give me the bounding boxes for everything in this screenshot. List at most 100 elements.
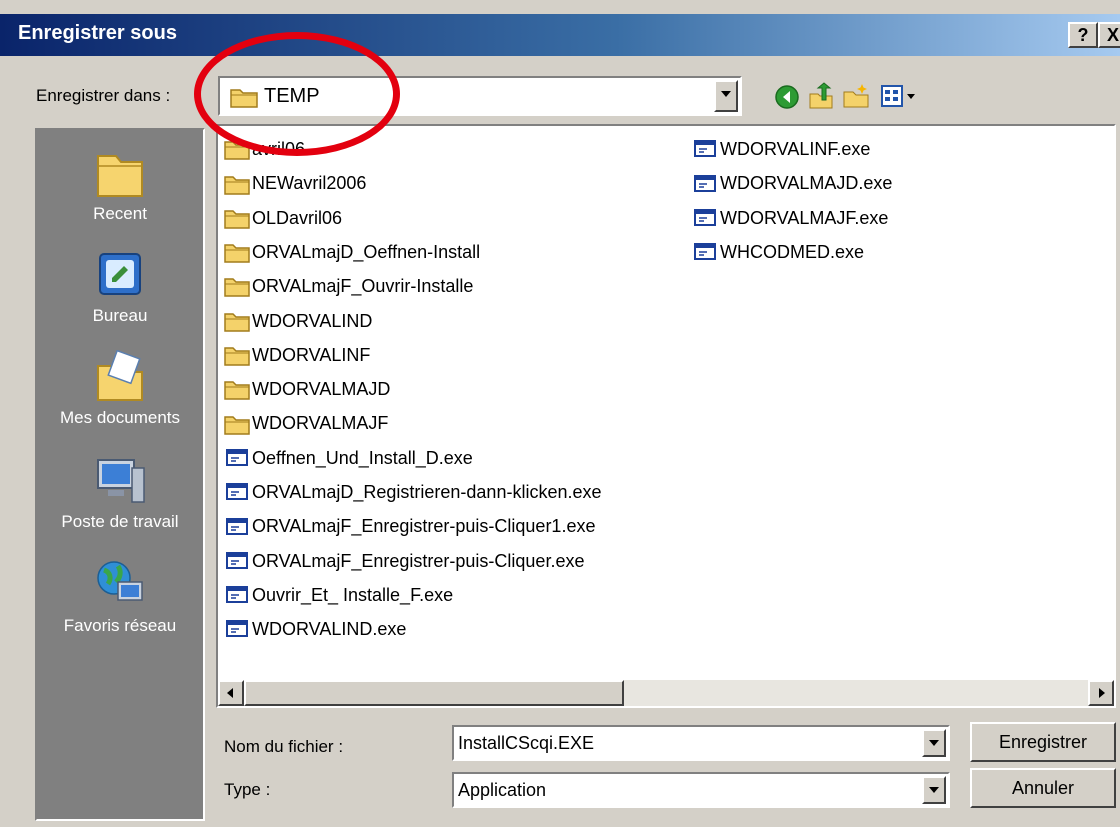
folder-item[interactable]: NEWavril2006 [224, 172, 366, 202]
cancel-button[interactable]: Annuler [970, 768, 1116, 808]
file-item[interactable]: Ouvrir_Et_ Installe_F.exe [224, 584, 453, 614]
dialog-title: Enregistrer sous [18, 22, 177, 44]
scroll-right-button[interactable] [1088, 680, 1114, 706]
desktop-icon [99, 253, 141, 295]
current-folder-name: TEMP [264, 85, 320, 107]
type-dropdown-button[interactable] [922, 776, 946, 804]
exe-icon [226, 448, 248, 466]
file-name: avril06 [252, 138, 306, 159]
folder-icon [224, 415, 250, 435]
file-name: NEWavril2006 [252, 173, 367, 194]
horizontal-scrollbar[interactable] [218, 680, 1114, 706]
filename-input[interactable]: InstallCScqi.EXE [458, 733, 594, 754]
file-name: ORVALmajF_Enregistrer-puis-Cliquer.exe [252, 550, 585, 571]
exe-icon [226, 483, 248, 501]
file-item[interactable]: WDORVALMAJF.exe [692, 207, 888, 237]
back-icon[interactable] [774, 84, 800, 110]
folder-icon [224, 210, 250, 229]
folder-icon [224, 381, 250, 401]
type-value: Application [458, 780, 547, 800]
file-name: WDORVALMAJD [252, 378, 391, 399]
folder-item[interactable]: WDORVALINF [224, 344, 370, 374]
file-name: WDORVALIND [252, 310, 373, 331]
file-item[interactable]: Oeffnen_Und_Install_D.exe [224, 447, 473, 477]
network-icon [97, 561, 143, 601]
help-button[interactable]: ? [1068, 22, 1098, 48]
place-bureau[interactable]: Bureau [37, 248, 203, 326]
exe-icon [694, 140, 716, 158]
exe-icon [226, 620, 248, 638]
arrow-right-icon [1099, 688, 1105, 698]
file-name: ORVALmajF_Ouvrir-Installe [252, 275, 474, 296]
filename-dropdown-button[interactable] [922, 729, 946, 757]
folder-icon [224, 347, 250, 366]
save-button[interactable]: Enregistrer [970, 722, 1116, 762]
exe-icon [694, 208, 716, 226]
file-name: WDORVALMAJD.exe [720, 173, 893, 194]
file-item[interactable]: ORVALmajD_Registrieren-dann-klicken.exe [224, 481, 602, 511]
file-name: WDORVALMAJF [252, 413, 389, 434]
folder-icon [224, 278, 250, 298]
place-mes-documents[interactable]: Mes documents [37, 350, 203, 428]
exe-icon [226, 551, 248, 569]
file-item[interactable]: WDORVALIND.exe [224, 618, 406, 648]
place-poste-de-travail[interactable]: Poste de travail [37, 454, 203, 532]
filename-combobox[interactable]: InstallCScqi.EXE [452, 725, 950, 761]
new-folder-icon[interactable] [842, 82, 870, 110]
file-item[interactable]: WDORVALINF.exe [692, 138, 870, 168]
scrollbar-thumb[interactable] [244, 680, 624, 706]
folder-item[interactable]: ORVALmajF_Ouvrir-Installe [224, 275, 473, 305]
folder-item[interactable]: OLDavril06 [224, 207, 342, 237]
file-name: Ouvrir_Et_ Installe_F.exe [252, 584, 454, 605]
save-in-combobox[interactable]: TEMP [218, 76, 742, 116]
folder-item[interactable]: WDORVALMAJF [224, 412, 388, 442]
close-button[interactable]: X [1098, 22, 1120, 48]
exe-icon [694, 174, 716, 192]
place-recent[interactable]: Recent [37, 146, 203, 224]
file-name: WHCODMED.exe [720, 241, 865, 262]
folder-icon [224, 313, 250, 332]
folder-item[interactable]: avril06 [224, 138, 305, 168]
folder-item[interactable]: WDORVALIND [224, 310, 372, 340]
file-item[interactable]: ORVALmajF_Enregistrer-puis-Cliquer.exe [224, 550, 584, 580]
file-name: WDORVALIND.exe [252, 618, 407, 639]
file-item[interactable]: ORVALmajF_Enregistrer-puis-Cliquer1.exe [224, 515, 595, 545]
view-menu-icon[interactable] [880, 84, 922, 108]
file-name: ORVALmajD_Oeffnen-Install [252, 241, 481, 262]
exe-icon [694, 243, 716, 261]
my-documents-icon [97, 350, 143, 401]
my-computer-icon [97, 459, 145, 503]
file-name: OLDavril06 [252, 207, 343, 228]
file-list[interactable]: avril06 NEWavril2006 OLDavril06 ORVALmajD_O… [216, 124, 1116, 708]
folder-icon [230, 89, 258, 108]
place-label-poste-de-travail: Poste de travail [61, 512, 179, 531]
type-combobox[interactable]: Application [452, 772, 950, 808]
save-in-label: Enregistrer dans : [36, 86, 171, 105]
place-label-recent: Recent [93, 204, 147, 223]
title-bar: Enregistrer sous ? X [0, 14, 1120, 56]
folder-icon [224, 175, 250, 195]
folder-icon [224, 244, 250, 263]
place-label-bureau: Bureau [92, 306, 148, 325]
file-item[interactable]: WHCODMED.exe [692, 241, 864, 271]
exe-icon [226, 517, 248, 535]
save-in-dropdown-button[interactable] [714, 80, 738, 112]
filename-label: Nom du fichier : [224, 737, 344, 756]
place-favoris-reseau[interactable]: Favoris réseau [37, 558, 203, 636]
file-name: ORVALmajF_Enregistrer-puis-Cliquer1.exe [252, 516, 596, 537]
folder-item[interactable]: ORVALmajD_Oeffnen-Install [224, 241, 480, 271]
places-bar: Recent Bureau Mes documents Poste de tra… [35, 128, 205, 821]
folder-item[interactable]: WDORVALMAJD [224, 378, 390, 408]
file-name: Oeffnen_Und_Install_D.exe [252, 447, 473, 468]
scroll-left-button[interactable] [218, 680, 244, 706]
exe-icon [226, 586, 248, 604]
place-label-mes-documents: Mes documents [60, 408, 180, 427]
place-label-favoris-reseau: Favoris réseau [63, 616, 177, 635]
file-name: ORVALmajD_Registrieren-dann-klicken.exe [252, 481, 602, 502]
up-folder-icon[interactable] [808, 82, 834, 110]
recent-folder-icon [97, 155, 143, 197]
file-name: WDORVALMAJF.exe [720, 207, 889, 228]
folder-icon [224, 141, 250, 160]
file-item[interactable]: WDORVALMAJD.exe [692, 172, 892, 202]
file-name: WDORVALINF [252, 344, 371, 365]
